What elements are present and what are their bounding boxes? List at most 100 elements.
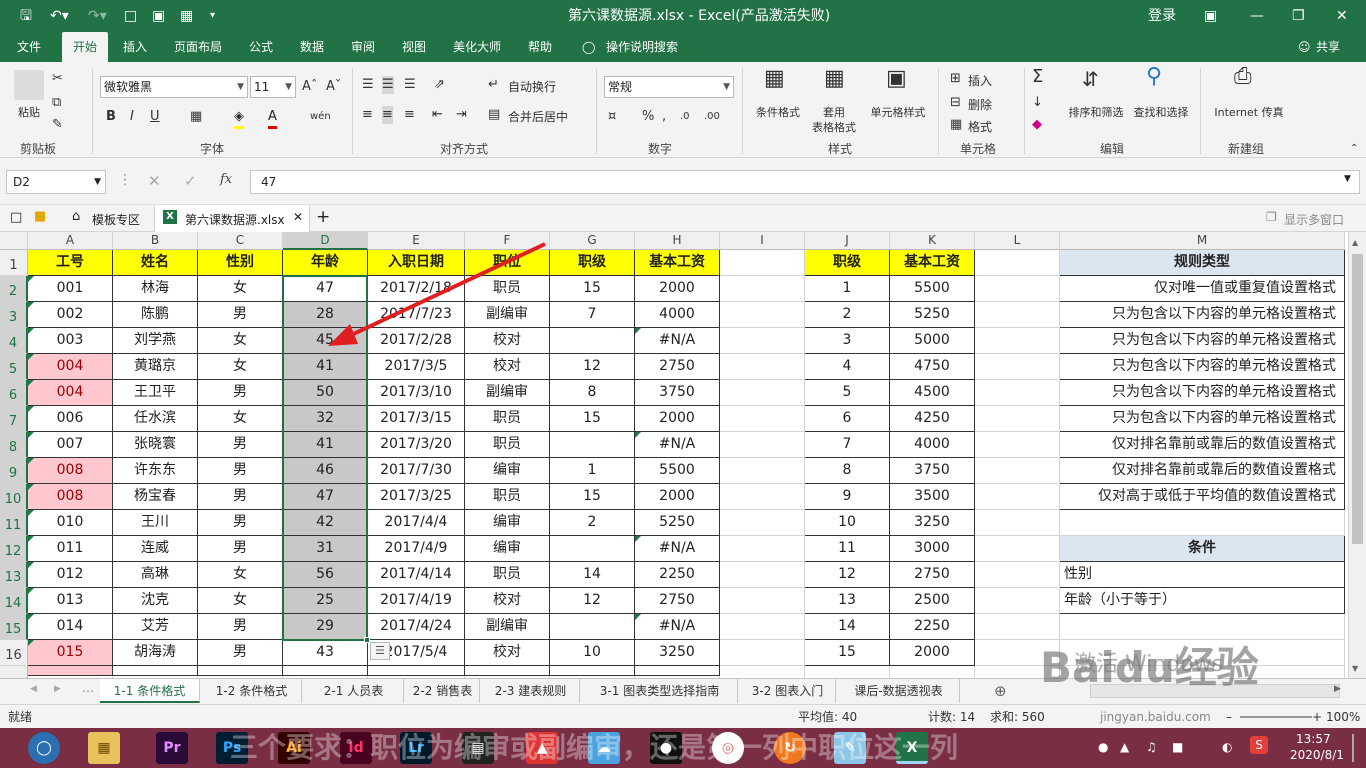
grid-cell[interactable] <box>975 302 1060 328</box>
column-header-b[interactable]: B <box>113 232 198 250</box>
maximize-icon[interactable]: ❐ <box>1292 0 1305 32</box>
grid-cell[interactable] <box>720 588 805 614</box>
scroll-thumb[interactable] <box>1352 254 1363 544</box>
lookup-cell[interactable]: 3000 <box>890 536 975 562</box>
tray-lang-icon[interactable]: ◐ <box>1222 740 1232 754</box>
table-cell[interactable]: 014 <box>28 614 113 640</box>
delete-cells-icon[interactable]: ⊟ <box>950 94 961 112</box>
fill-icon[interactable]: ↓ <box>1032 94 1043 112</box>
grid-cell[interactable] <box>720 536 805 562</box>
table-cell[interactable]: 男 <box>198 458 283 484</box>
tab-view[interactable]: 视图 <box>402 32 426 62</box>
table-cell-partial[interactable] <box>465 666 550 676</box>
grid-cell[interactable] <box>720 354 805 380</box>
percent-icon[interactable]: % <box>642 108 654 126</box>
fill-color-icon[interactable]: ◈ <box>234 108 244 129</box>
lookup-cell[interactable]: 6 <box>805 406 890 432</box>
align-bottom-icon[interactable]: ☰ <box>404 76 416 94</box>
zoom-level[interactable]: 100% <box>1326 705 1360 729</box>
table-cell[interactable]: 黄璐京 <box>113 354 198 380</box>
merge-center-button[interactable]: 合并后居中 <box>508 108 568 125</box>
table-cell[interactable]: #N/A <box>635 536 720 562</box>
grid-cell[interactable] <box>720 666 805 678</box>
name-box[interactable]: D2 ▼ <box>6 170 106 194</box>
share-button[interactable]: 共享 <box>1316 32 1340 62</box>
close-tab-icon[interactable]: ✕ <box>293 210 303 224</box>
zoom-slider[interactable] <box>1240 716 1312 718</box>
row-header[interactable]: 8 <box>0 432 28 458</box>
table-cell[interactable]: 连威 <box>113 536 198 562</box>
grid-cell[interactable] <box>720 432 805 458</box>
table-cell-partial[interactable] <box>550 666 635 676</box>
table-cell[interactable]: 012 <box>28 562 113 588</box>
lookup-cell[interactable]: 3 <box>805 328 890 354</box>
customize-qat-icon[interactable]: ▾ <box>210 0 215 32</box>
table-cell[interactable]: 10 <box>550 640 635 666</box>
save-icon[interactable]: 🖫 <box>20 0 32 32</box>
table-header-cell[interactable]: 姓名 <box>113 250 198 276</box>
grid-cell[interactable] <box>975 328 1060 354</box>
align-middle-icon[interactable]: ☰ <box>382 76 394 94</box>
zoom-in-icon[interactable]: + <box>1312 705 1322 729</box>
lookup-cell[interactable]: 12 <box>805 562 890 588</box>
grid-cell[interactable] <box>720 510 805 536</box>
grid-cell[interactable] <box>975 666 1060 678</box>
condition-cell[interactable]: 年龄（小于等于） <box>1060 588 1345 614</box>
tab-page-layout[interactable]: 页面布局 <box>174 32 222 62</box>
table-header-cell[interactable]: 入职日期 <box>368 250 465 276</box>
format-painter-icon[interactable]: ✎ <box>52 116 63 134</box>
table-cell[interactable]: 2000 <box>635 406 720 432</box>
row-header[interactable]: 9 <box>0 458 28 484</box>
lookup-cell[interactable]: 14 <box>805 614 890 640</box>
enter-icon[interactable]: ✓ <box>184 172 197 190</box>
wrap-text-icon[interactable]: ↵ <box>488 76 499 94</box>
rule-cell[interactable]: 仅对高于或低于平均值的数值设置格式 <box>1060 484 1345 510</box>
table-cell[interactable]: 2017/3/10 <box>368 380 465 406</box>
table-cell[interactable]: 胡海涛 <box>113 640 198 666</box>
column-header-a[interactable]: A <box>28 232 113 250</box>
lookup-cell[interactable]: 2500 <box>890 588 975 614</box>
table-cell[interactable]: 013 <box>28 588 113 614</box>
grid-cell[interactable] <box>975 484 1060 510</box>
table-cell[interactable]: 29 <box>283 614 368 640</box>
table-header-cell[interactable]: 工号 <box>28 250 113 276</box>
table-cell[interactable]: 男 <box>198 614 283 640</box>
table-cell[interactable] <box>550 328 635 354</box>
table-cell[interactable]: 41 <box>283 432 368 458</box>
table-cell[interactable]: 2017/2/28 <box>368 328 465 354</box>
align-left-icon[interactable]: ≡ <box>362 106 373 124</box>
paste-button[interactable]: 粘贴 <box>14 104 44 120</box>
tab-insert[interactable]: 插入 <box>123 32 147 62</box>
table-cell[interactable]: 47 <box>283 484 368 510</box>
tray-volume-icon[interactable]: ♫ <box>1146 740 1157 754</box>
collapse-ribbon-icon[interactable]: ⌃ <box>1350 140 1358 158</box>
table-cell[interactable]: 007 <box>28 432 113 458</box>
conditional-format-icon[interactable]: ▦ <box>764 68 785 90</box>
bold-icon[interactable]: B <box>106 108 116 126</box>
table-cell-partial[interactable] <box>283 666 368 676</box>
tray-ime-icon[interactable]: ■ <box>1172 740 1183 754</box>
column-header-h[interactable]: H <box>635 232 720 250</box>
clock-date[interactable]: 2020/8/1 <box>1290 748 1344 762</box>
sheet-tab[interactable]: 课后-数据透视表 <box>838 679 960 703</box>
table-cell-partial[interactable] <box>28 666 113 676</box>
new-tab-icon[interactable]: + <box>316 207 330 227</box>
undo-icon[interactable]: ↶▾ <box>50 0 69 32</box>
table-cell[interactable]: 男 <box>198 510 283 536</box>
lookup-cell[interactable]: 8 <box>805 458 890 484</box>
table-cell[interactable]: 职员 <box>465 406 550 432</box>
doc-tab-template[interactable]: 模板专区 <box>92 211 140 228</box>
copy-icon[interactable]: ⧉ <box>52 94 61 112</box>
table-cell[interactable]: 女 <box>198 562 283 588</box>
table-cell[interactable]: 5250 <box>635 510 720 536</box>
conditional-format-button[interactable]: 条件格式 <box>752 104 804 120</box>
grid-cell[interactable] <box>1060 666 1345 678</box>
table-cell[interactable]: 王川 <box>113 510 198 536</box>
table-cell[interactable]: 职员 <box>465 562 550 588</box>
row-header[interactable]: 3 <box>0 302 28 328</box>
grid-cell[interactable] <box>975 536 1060 562</box>
table-cell[interactable]: 001 <box>28 276 113 302</box>
table-cell[interactable]: 2017/3/15 <box>368 406 465 432</box>
rule-cell[interactable]: 只为包含以下内容的单元格设置格式 <box>1060 380 1345 406</box>
table-cell[interactable]: 编审 <box>465 510 550 536</box>
